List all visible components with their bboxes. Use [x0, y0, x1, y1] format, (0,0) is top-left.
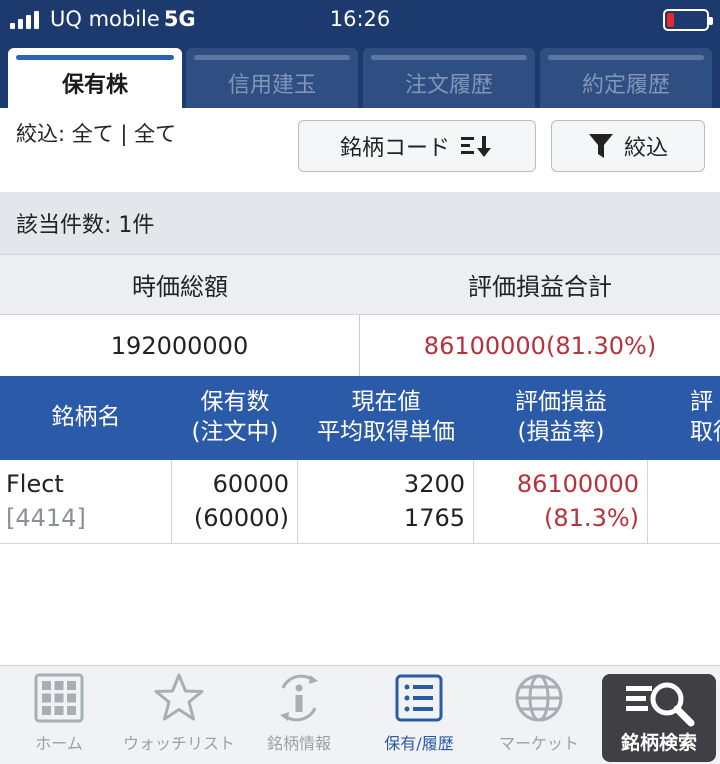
stock-code: [4414] — [6, 504, 86, 532]
tab-bar: 保有株 信用建玉 注文履歴 約定履歴 — [0, 40, 720, 108]
cell-pl: 86100000 (81.3%) — [474, 460, 648, 544]
sort-button[interactable]: 銘柄コード — [298, 120, 536, 172]
nav-stock-info[interactable]: 銘柄情報 — [240, 672, 358, 762]
stock-name: Flect — [6, 470, 64, 499]
current-price: 3200 — [403, 470, 465, 499]
col-cut-off[interactable]: 評 取得 — [690, 376, 720, 460]
filter-status: 絞込: 全て | 全て — [16, 122, 177, 146]
search-button-label: 銘柄検索 — [620, 732, 697, 754]
summary-values: 192000000 86100000(81.30%) — [0, 314, 720, 376]
nav-watchlist[interactable]: ウォッチリスト — [120, 672, 238, 762]
tab-margin-positions[interactable]: 信用建玉 — [186, 48, 358, 108]
col-price-sub: 平均取得単価 — [317, 419, 455, 445]
summary-header: 時価総額 評価損益合計 — [0, 254, 720, 314]
filter-button-label: 絞込 — [623, 136, 668, 161]
market-value: 192000000 — [0, 315, 360, 376]
stock-search-button[interactable]: 銘柄検索 — [602, 674, 716, 762]
col-price[interactable]: 現在値 平均取得単価 — [298, 376, 474, 460]
col-price-label: 現在値 — [351, 389, 421, 416]
nav-label: ホーム — [35, 734, 83, 753]
col-name[interactable]: 銘柄名 — [0, 376, 172, 460]
globe-icon — [515, 674, 563, 722]
list-icon — [395, 674, 443, 722]
unrealized-pl: 86100000 — [516, 470, 639, 499]
search-icon — [626, 682, 695, 727]
cell-price: 3200 1765 — [298, 460, 474, 544]
col-quantity-label: 保有数 — [200, 389, 270, 416]
col-quantity-sub: (注文中) — [191, 419, 279, 445]
table-header: 銘柄名 保有数 (注文中) 現在値 平均取得単価 評価損益 (損益率) 評 取得 — [0, 376, 720, 460]
sort-button-label: 銘柄コード — [339, 136, 450, 161]
cell-name: Flect [4414] — [0, 460, 172, 544]
col-cut-off-sub: 取得 — [690, 419, 720, 445]
table-row[interactable]: Flect [4414] 60000 (60000) 3200 1765 861… — [0, 460, 720, 544]
tab-label: 信用建玉 — [227, 73, 316, 98]
nav-home[interactable]: ホーム — [0, 672, 118, 762]
funnel-icon — [588, 134, 613, 158]
network-type: 5G — [163, 7, 196, 31]
nav-market[interactable]: マーケット — [480, 672, 598, 762]
status-bar: UQ mobile 5G 16:26 — [0, 0, 720, 40]
total-pl-label: 評価損益合計 — [468, 273, 612, 301]
signal-icon — [10, 9, 39, 29]
col-pl-sub: (損益率) — [517, 419, 605, 445]
filter-button[interactable]: 絞込 — [551, 120, 705, 172]
nav-label: ウォッチリスト — [122, 734, 235, 753]
holding-quantity: 60000 — [212, 470, 289, 499]
sort-descending-icon — [461, 136, 491, 157]
col-pl[interactable]: 評価損益 (損益率) — [474, 376, 648, 460]
hit-count: 該当件数: 1件 — [0, 192, 720, 254]
tab-label: 約定履歴 — [581, 73, 670, 98]
tab-label: 注文履歴 — [404, 73, 493, 98]
bottom-nav: ホーム ウォッチリスト 銘柄情報 保有/履歴 マーケット 銘柄検索 — [0, 665, 720, 764]
tab-order-history[interactable]: 注文履歴 — [363, 48, 535, 108]
nav-label: マーケット — [498, 734, 579, 753]
col-name-label: 銘柄名 — [51, 404, 121, 431]
cell-quantity: 60000 (60000) — [172, 460, 298, 544]
col-quantity[interactable]: 保有数 (注文中) — [172, 376, 298, 460]
home-grid-icon — [34, 673, 84, 723]
carrier: UQ mobile 5G — [50, 7, 196, 31]
tab-execution-history[interactable]: 約定履歴 — [540, 48, 712, 108]
carrier-name: UQ mobile — [50, 7, 160, 31]
clock: 16:26 — [329, 7, 391, 31]
total-pl: 86100000(81.30%) — [423, 331, 657, 360]
info-icon — [280, 674, 318, 722]
average-cost: 1765 — [403, 504, 465, 532]
tab-holdings[interactable]: 保有株 — [8, 48, 182, 108]
tab-label: 保有株 — [61, 73, 128, 98]
battery-icon — [663, 9, 713, 31]
col-pl-label: 評価損益 — [515, 389, 607, 416]
pl-rate: (81.3%) — [544, 504, 639, 532]
market-value-label: 時価総額 — [132, 273, 228, 301]
star-icon — [154, 673, 204, 721]
nav-label: 保有/履歴 — [384, 734, 454, 753]
nav-label: 銘柄情報 — [266, 734, 331, 753]
nav-holdings-history[interactable]: 保有/履歴 — [360, 672, 478, 762]
col-cut-off-label: 評 — [690, 389, 713, 416]
ordering-quantity: (60000) — [193, 504, 289, 532]
